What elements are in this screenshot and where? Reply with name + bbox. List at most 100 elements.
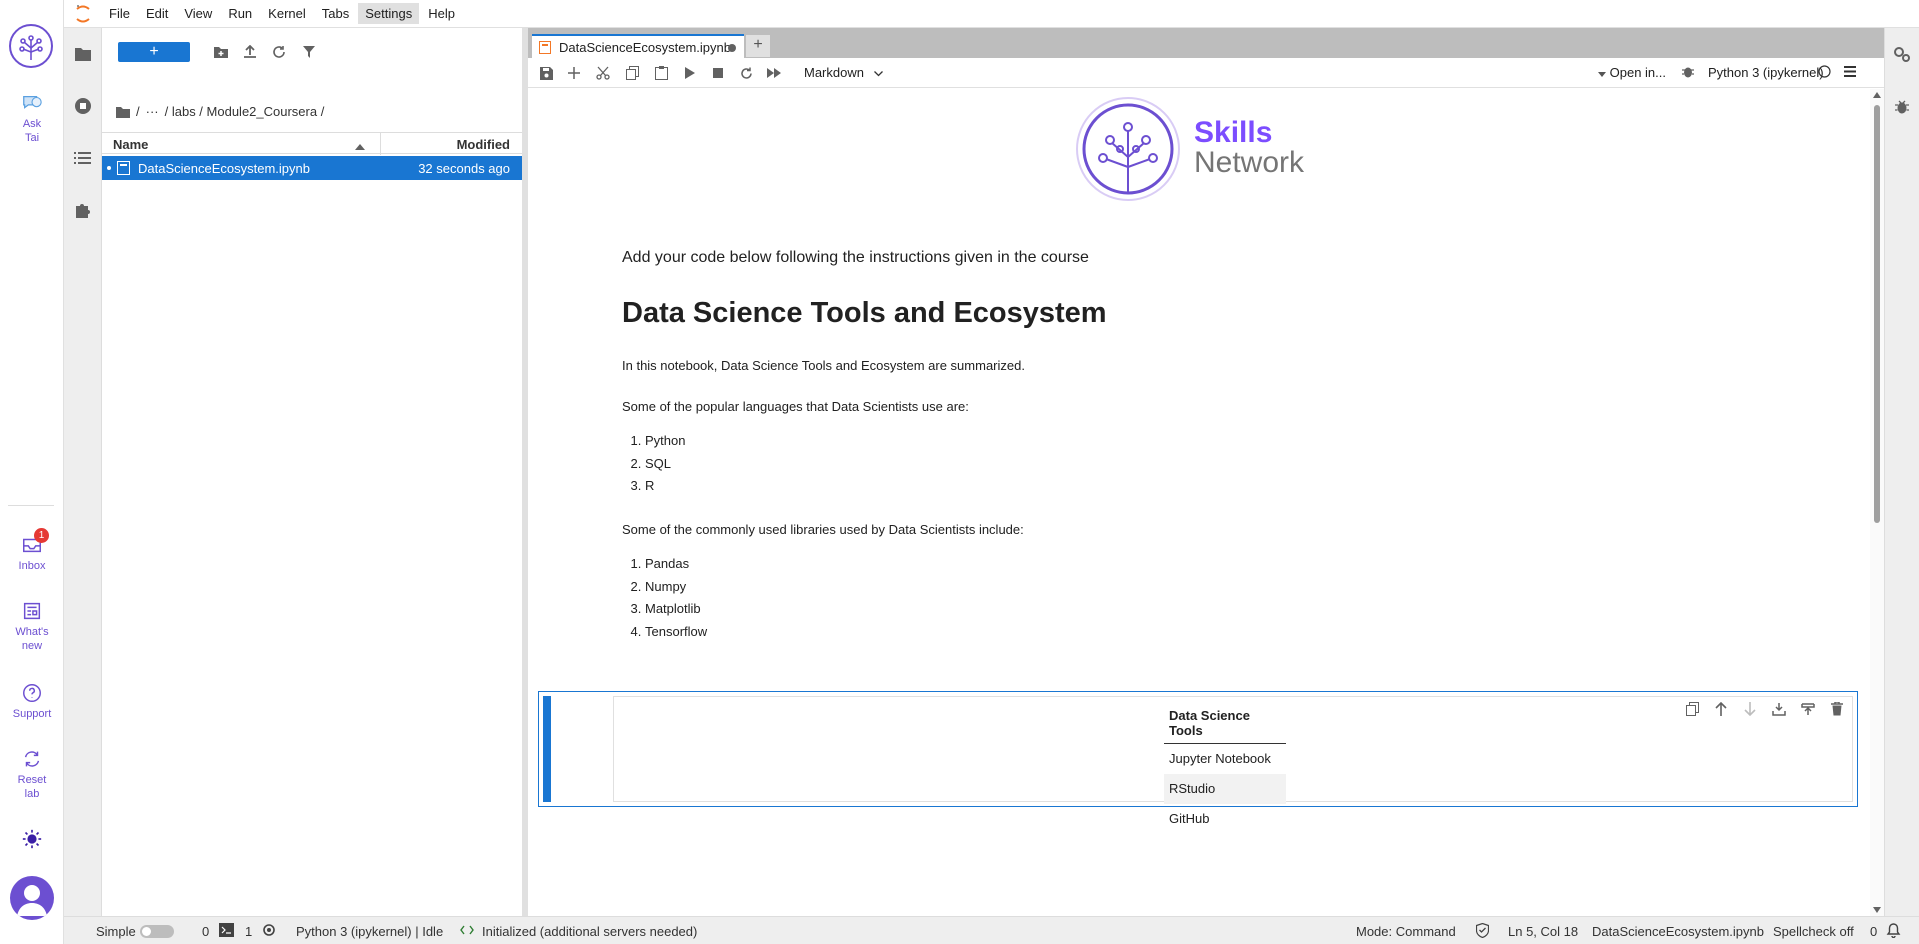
cell-type-select[interactable]: Markdown: [804, 65, 883, 80]
filter-files-button[interactable]: [298, 42, 320, 62]
duplicate-cell-icon[interactable]: [1682, 700, 1702, 718]
notebook-panel: Markdown Open in... Python 3 (ipykernel): [528, 58, 1884, 916]
table-row: RStudio: [1164, 774, 1286, 804]
menu-view[interactable]: View: [177, 3, 219, 24]
notebook-scrollbar[interactable]: [1870, 89, 1884, 916]
cell-rendered-output[interactable]: Data Science Tools Jupyter Notebook RStu…: [613, 696, 1853, 826]
kernel-gear-icon: [262, 923, 276, 940]
status-bar: Simple 0 1 Python 3 (ipykernel) | Idle I…: [64, 916, 1919, 944]
folder-icon[interactable]: [116, 106, 130, 118]
run-cell-button[interactable]: [680, 64, 700, 82]
list-item: Tensorflow: [645, 621, 1522, 644]
fast-forward-icon: [767, 68, 781, 78]
modified-column-header[interactable]: Modified: [457, 137, 510, 152]
kernel-name-button[interactable]: Python 3 (ipykernel): [1708, 65, 1824, 80]
name-column-header[interactable]: Name: [113, 137, 148, 152]
simple-mode-toggle[interactable]: [140, 925, 174, 938]
libraries-list: Pandas Numpy Matplotlib Tensorflow: [622, 553, 1522, 643]
refresh-files-button[interactable]: [268, 42, 290, 62]
new-folder-icon: [214, 47, 228, 58]
kernel-status-icon: [1818, 65, 1831, 81]
cursor-position[interactable]: Ln 5, Col 18: [1508, 924, 1578, 939]
notebook-title: Data Science Tools and Ecosystem: [622, 297, 1107, 329]
breadcrumb-path[interactable]: / labs / Module2_Coursera /: [165, 104, 325, 119]
whats-new-button[interactable]: What's new: [0, 600, 64, 653]
upload-button[interactable]: [239, 42, 261, 62]
debugger-tab[interactable]: [1883, 88, 1919, 124]
copy-button[interactable]: [622, 64, 642, 82]
support-button[interactable]: Support: [0, 682, 64, 721]
jupyter-logo-icon: [64, 0, 102, 28]
cell-toolbar: [1682, 700, 1847, 718]
save-button[interactable]: [536, 64, 556, 82]
document-tab-bar: DataScienceEcosystem.ipynb +: [528, 28, 1884, 58]
scissors-icon: [596, 66, 610, 80]
move-up-icon[interactable]: [1711, 700, 1731, 718]
menu-run[interactable]: Run: [221, 3, 259, 24]
breadcrumb-root[interactable]: /: [136, 104, 140, 119]
rail-divider: [8, 505, 54, 506]
skills-network-logo-icon[interactable]: [9, 24, 53, 68]
menu-kernel[interactable]: Kernel: [261, 3, 313, 24]
breadcrumb-ellipsis[interactable]: ···: [146, 104, 159, 119]
kernels-count[interactable]: 1: [245, 924, 252, 939]
paste-button[interactable]: [651, 64, 671, 82]
running-sessions-tab[interactable]: [64, 88, 102, 124]
scroll-down-icon[interactable]: [1873, 907, 1881, 913]
insert-above-icon[interactable]: [1769, 700, 1789, 718]
column-divider[interactable]: [380, 133, 381, 155]
move-down-icon[interactable]: [1740, 700, 1760, 718]
insert-cell-button[interactable]: [564, 64, 584, 82]
extension-manager-tab[interactable]: [64, 192, 102, 228]
debugger-button[interactable]: [1682, 65, 1694, 81]
user-avatar-icon[interactable]: [10, 876, 54, 920]
menu-help[interactable]: Help: [421, 3, 462, 24]
file-browser-tab[interactable]: [64, 36, 102, 72]
paste-icon: [654, 66, 668, 80]
restart-run-all-button[interactable]: [764, 64, 784, 82]
scroll-up-icon[interactable]: [1873, 92, 1881, 98]
ask-tai-button[interactable]: Ask Tai: [0, 92, 64, 145]
play-icon: [685, 67, 695, 79]
scrollbar-thumb[interactable]: [1874, 105, 1880, 523]
stop-circle-icon: [75, 98, 91, 114]
lsp-status[interactable]: Initialized (additional servers needed): [482, 924, 697, 939]
terminals-count[interactable]: 0: [202, 924, 209, 939]
menu-settings[interactable]: Settings: [358, 3, 420, 24]
notification-count[interactable]: 0: [1870, 924, 1877, 939]
insert-below-icon[interactable]: [1798, 700, 1818, 718]
selected-markdown-cell[interactable]: Data Science Tools Jupyter Notebook RStu…: [538, 691, 1858, 826]
interrupt-kernel-button[interactable]: [708, 64, 728, 82]
menu-hamburger-icon[interactable]: [1844, 65, 1856, 80]
new-tab-button[interactable]: +: [746, 35, 770, 57]
menu-tabs[interactable]: Tabs: [315, 3, 356, 24]
sort-ascending-icon: [355, 138, 365, 153]
logo-text-network: Network: [1194, 146, 1305, 179]
new-launcher-button[interactable]: +: [118, 42, 190, 62]
restart-kernel-button[interactable]: [736, 64, 756, 82]
property-inspector-tab[interactable]: [1883, 36, 1919, 72]
help-circle-icon: [23, 684, 41, 702]
theme-toggle-button[interactable]: [0, 828, 64, 853]
menu-file[interactable]: File: [102, 3, 137, 24]
new-folder-button[interactable]: [210, 42, 232, 62]
table-row: GitHub: [1169, 811, 1210, 826]
bell-icon[interactable]: [1886, 922, 1901, 941]
delete-cell-icon[interactable]: [1827, 700, 1847, 718]
kernel-status[interactable]: Python 3 (ipykernel) | Idle: [296, 924, 443, 939]
spellcheck-status[interactable]: Spellcheck off: [1773, 924, 1854, 939]
table-of-contents-tab[interactable]: [64, 140, 102, 176]
inbox-button[interactable]: 1 Inbox: [0, 528, 64, 573]
notebook-content[interactable]: Skills Network Add your code below follo…: [528, 89, 1870, 916]
file-list-header: Name Modified: [102, 132, 522, 155]
open-in-button[interactable]: Open in...: [1598, 65, 1666, 80]
libraries-intro: Some of the commonly used libraries used…: [622, 522, 1024, 537]
menu-edit[interactable]: Edit: [139, 3, 175, 24]
cut-button[interactable]: [593, 64, 613, 82]
unsaved-indicator-icon[interactable]: [728, 44, 736, 52]
tab-datascienceecosystem[interactable]: DataScienceEcosystem.ipynb: [532, 34, 744, 58]
file-list-item[interactable]: DataScienceEcosystem.ipynb 32 seconds ag…: [102, 156, 522, 180]
reset-lab-button[interactable]: Reset lab: [0, 748, 64, 801]
cell-collapser[interactable]: [543, 696, 551, 802]
gears-icon: [1894, 47, 1910, 62]
